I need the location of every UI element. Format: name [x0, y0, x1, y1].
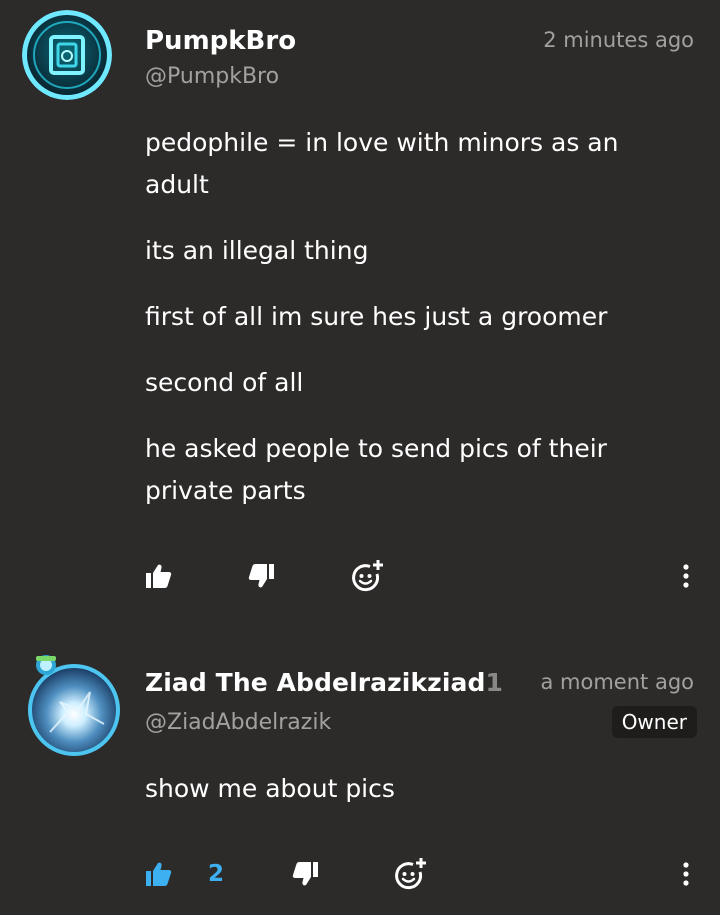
timestamp: 2 minutes ago: [543, 28, 694, 52]
timestamp: a moment ago: [540, 670, 695, 694]
comment-body: show me about pics: [145, 768, 685, 834]
comment-paragraph: first of all im sure hes just a groomer: [145, 302, 608, 331]
dislike-button[interactable]: [292, 854, 320, 894]
display-name[interactable]: Ziad The Abdelrazikziad1: [145, 668, 503, 697]
thumbs-up-icon: [146, 862, 172, 886]
user-handle: @PumpkBro: [145, 64, 280, 89]
add-reaction-button[interactable]: [393, 854, 427, 894]
dislike-button[interactable]: [248, 556, 276, 596]
like-count: 2: [208, 861, 225, 887]
comment-paragraph: second of all: [145, 368, 304, 397]
comment-paragraph: he asked people to send pics of their pr…: [145, 434, 607, 505]
display-name-text: Ziad The Abdelrazikziad: [145, 668, 486, 697]
thumbs-down-icon: [292, 862, 318, 886]
display-name[interactable]: PumpkBro: [145, 26, 296, 56]
more-options-button[interactable]: [682, 556, 690, 596]
thumbs-up-icon: [146, 564, 172, 588]
comment-card: Ziad The Abdelrazikziad1 @ZiadAbdelrazik…: [0, 620, 720, 915]
add-reaction-button[interactable]: [350, 556, 384, 596]
more-vertical-icon: [683, 564, 689, 588]
add-reaction-icon: [395, 858, 426, 890]
more-vertical-icon: [683, 862, 689, 886]
comment-paragraph: show me about pics: [145, 774, 395, 803]
comment-body: pedophile = in love with minors as an ad…: [145, 122, 685, 536]
add-reaction-icon: [352, 560, 383, 592]
user-avatar[interactable]: [20, 652, 124, 756]
comment-actions: [0, 556, 720, 596]
like-button[interactable]: [144, 556, 172, 596]
comment-paragraph: its an illegal thing: [145, 236, 369, 265]
more-options-button[interactable]: [682, 854, 690, 894]
comment-paragraph: pedophile = in love with minors as an ad…: [145, 128, 619, 199]
user-handle: @ZiadAbdelrazik: [145, 710, 332, 735]
display-name-suffix: 1: [485, 668, 503, 697]
user-avatar[interactable]: [22, 10, 112, 100]
owner-badge: Owner: [611, 706, 697, 738]
thumbs-down-icon: [248, 564, 274, 588]
comment-actions: 2: [0, 854, 720, 894]
comment-card: PumpkBro @PumpkBro 2 minutes ago pedophi…: [0, 0, 720, 620]
like-button[interactable]: [144, 854, 172, 894]
